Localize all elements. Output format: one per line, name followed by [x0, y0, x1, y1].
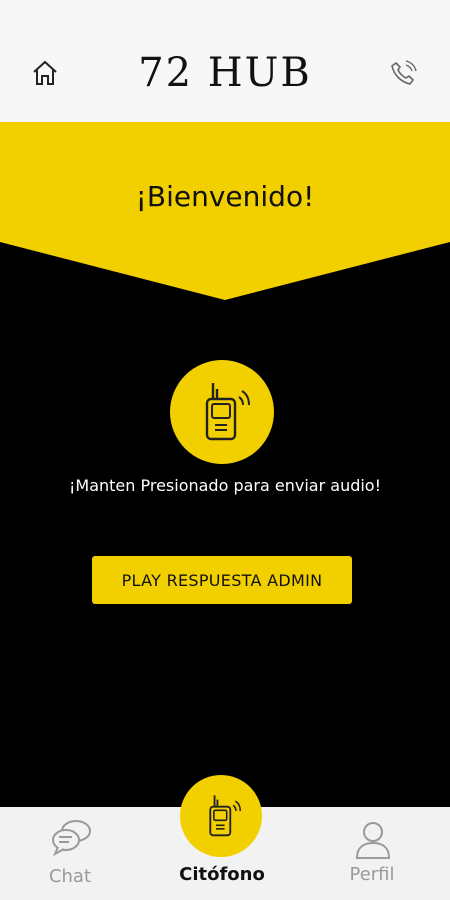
- phone-icon: [391, 60, 417, 85]
- push-to-talk-hint: ¡Manten Presionado para enviar audio!: [68, 476, 382, 495]
- play-admin-response-button[interactable]: PLAY RESPUESTA ADMIN: [92, 556, 352, 604]
- welcome-title: ¡Bienvenido!: [135, 180, 315, 213]
- tab-chat-label: Chat: [48, 866, 92, 887]
- tab-citofono[interactable]: [180, 775, 262, 857]
- call-button[interactable]: [386, 56, 420, 90]
- app-logo: 72 HUB: [138, 50, 312, 96]
- walkie-talkie-icon: [205, 383, 250, 441]
- walkie-talkie-icon: [209, 795, 242, 837]
- user-icon: [355, 822, 391, 859]
- tab-chat[interactable]: Chat: [30, 816, 110, 890]
- tab-perfil[interactable]: Perfil: [332, 816, 412, 890]
- chat-bubbles-icon: [52, 820, 91, 857]
- app-header: 72 HUB: [0, 0, 450, 122]
- push-to-talk-button[interactable]: [170, 360, 274, 464]
- tab-citofono-label: Citófono: [179, 864, 265, 885]
- tab-perfil-label: Perfil: [349, 864, 395, 885]
